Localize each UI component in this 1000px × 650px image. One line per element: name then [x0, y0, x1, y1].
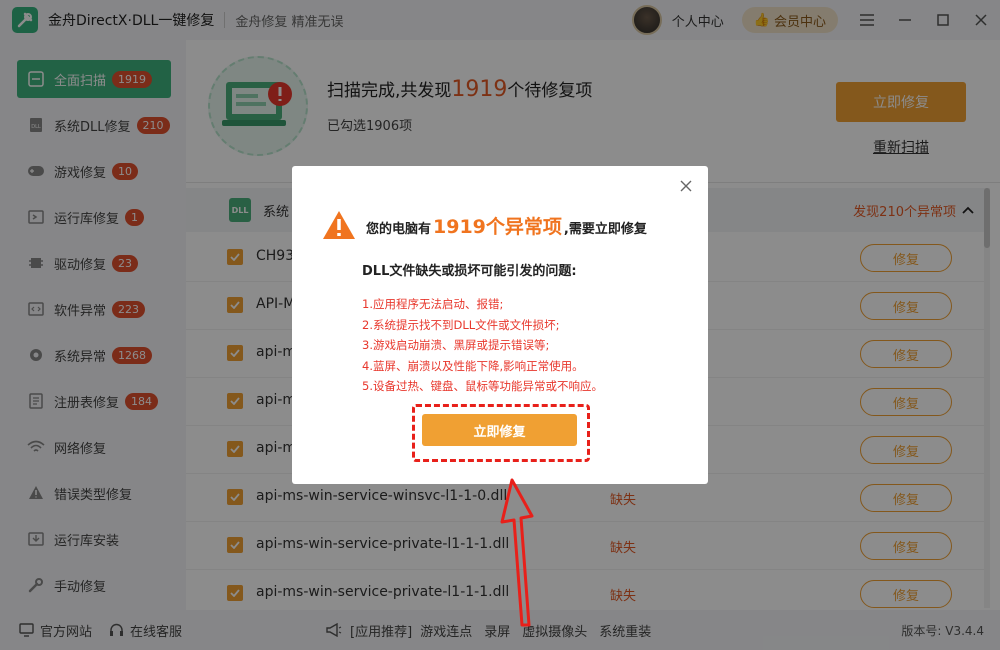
close-icon [680, 180, 692, 192]
dialog-close-button[interactable] [678, 178, 694, 194]
dialog-warning: 您的电脑有 1919个异常项 ,需要立即修复 [322, 210, 647, 240]
cause-item: 4.蓝屏、崩溃以及性能下降,影响正常使用。 [362, 358, 584, 373]
dialog-warning-text: 您的电脑有 1919个异常项 ,需要立即修复 [366, 212, 647, 239]
cause-item: 2.系统提示找不到DLL文件或文件损坏; [362, 317, 560, 332]
dialog-cause-list: 1.应用程序无法启动、报错; 2.系统提示找不到DLL文件或文件损坏; 3.游戏… [362, 294, 603, 397]
warning-triangle-icon [323, 211, 355, 239]
warn-post: ,需要立即修复 [563, 221, 647, 237]
red-arrow-annotation [500, 478, 534, 627]
cause-item: 3.游戏启动崩溃、黑屏或提示错误等; [362, 338, 550, 352]
cause-item: 1.应用程序无法启动、报错; [362, 297, 504, 311]
cause-item: 5.设备过热、键盘、鼠标等功能异常或不响应。 [362, 379, 603, 393]
warn-count: 1919个异常项 [433, 215, 562, 238]
dialog-fix-now-button[interactable]: 立即修复 [422, 414, 577, 446]
dialog-cause-title: DLL文件缺失或损坏可能引发的问题: [362, 264, 577, 279]
warn-pre: 您的电脑有 [366, 221, 432, 237]
alert-dialog: 您的电脑有 1919个异常项 ,需要立即修复 DLL文件缺失或损坏可能引发的问题: … [292, 166, 708, 484]
